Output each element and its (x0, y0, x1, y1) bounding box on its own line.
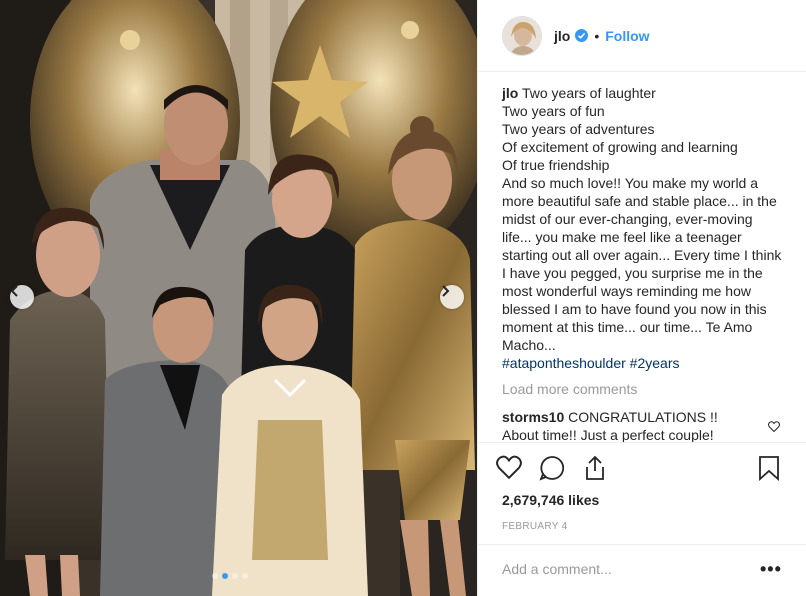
more-options-icon[interactable]: ••• (760, 559, 782, 580)
follow-button[interactable]: Follow (605, 28, 649, 44)
caption: jlo Two years of laughter Two years of f… (502, 84, 782, 372)
heart-icon[interactable] (496, 455, 522, 484)
carousel-next-button[interactable] (440, 285, 464, 309)
share-icon[interactable] (584, 455, 606, 486)
avatar[interactable] (502, 15, 542, 56)
avatar-portrait (503, 16, 541, 55)
header-username[interactable]: jlo (554, 28, 570, 44)
hashtag-link[interactable]: #atapontheshoulder (502, 355, 626, 371)
chevron-right-icon (442, 285, 450, 297)
add-comment-input[interactable] (502, 561, 742, 577)
add-comment-bar: ••• (478, 544, 806, 596)
load-more-comments-button[interactable]: Load more comments (502, 380, 782, 398)
carousel-dot (232, 573, 238, 579)
comments-section: jlo Two years of laughter Two years of f… (502, 84, 782, 444)
carousel-dot-active (222, 573, 228, 579)
carousel-dot (242, 573, 248, 579)
comment-like-heart-icon[interactable] (768, 418, 780, 436)
bookmark-icon[interactable] (758, 455, 780, 486)
verified-badge-icon (575, 29, 589, 42)
comment-item: storms10 CONGRATULATIONS !! About time!!… (502, 408, 782, 444)
family-photo-illustration (0, 0, 477, 596)
separator-dot: • (594, 27, 600, 44)
caption-line: Of true friendship (502, 157, 610, 173)
caption-username[interactable]: jlo (502, 85, 518, 101)
comment-username[interactable]: storms10 (502, 409, 564, 425)
caption-line: Two years of fun (502, 103, 605, 119)
hashtag-link[interactable]: #2years (630, 355, 680, 371)
carousel-dot (212, 573, 218, 579)
post-header: jlo • Follow (478, 0, 806, 72)
instagram-post: jlo • Follow jlo Two years of laughter T… (0, 0, 806, 596)
post-date: FEBRUARY 4 (502, 521, 568, 532)
likes-count[interactable]: 2,679,746 likes (502, 492, 599, 508)
post-side-panel: jlo • Follow jlo Two years of laughter T… (477, 0, 806, 596)
carousel-prev-button[interactable] (10, 285, 34, 309)
carousel-indicator (212, 573, 248, 579)
chevron-left-icon (10, 285, 18, 297)
post-photo[interactable] (0, 0, 477, 596)
comment-icon[interactable] (539, 455, 565, 486)
action-bar (478, 442, 806, 492)
caption-line: Two years of adventures (502, 121, 655, 137)
caption-line: Of excitement of growing and learning (502, 139, 738, 155)
caption-line: And so much love!! You make my world a m… (502, 175, 782, 353)
caption-line: Two years of laughter (521, 85, 656, 101)
